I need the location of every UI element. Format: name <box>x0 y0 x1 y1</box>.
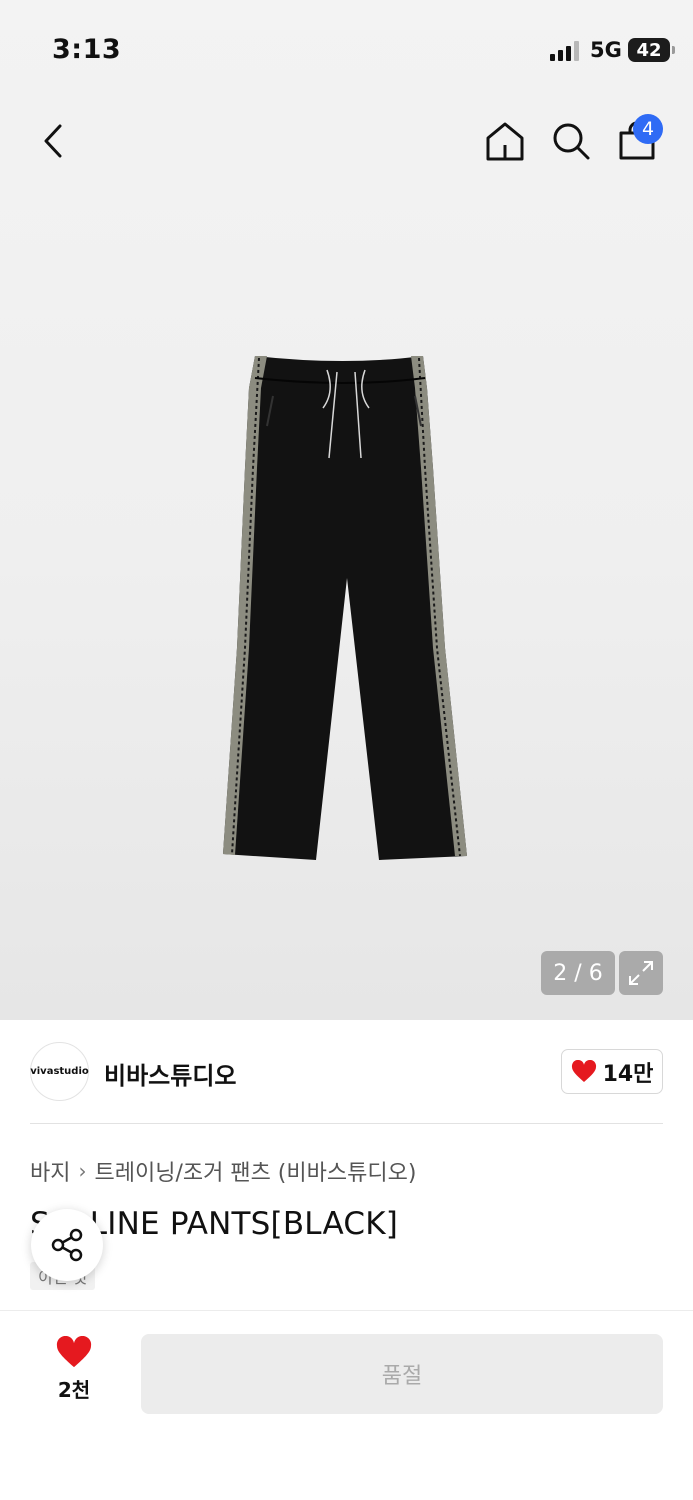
chevron-left-icon <box>44 124 62 158</box>
expand-icon <box>629 961 653 985</box>
brand-logo[interactable]: vivastudio <box>30 1042 89 1101</box>
heart-icon <box>56 1336 92 1368</box>
wishlist-button[interactable]: 2천 <box>30 1336 118 1406</box>
status-bar: 3:13 5G 42 <box>0 0 693 100</box>
cart-count-badge: 4 <box>633 114 663 144</box>
search-button[interactable] <box>546 116 596 166</box>
divider <box>30 1123 663 1124</box>
brand-like-count: 14만 <box>602 1061 654 1087</box>
image-counter: 2 / 6 <box>541 951 615 995</box>
expand-image-button[interactable] <box>619 951 663 995</box>
brand-name[interactable]: 비바스튜디오 <box>104 1056 236 1091</box>
search-icon <box>553 123 590 160</box>
battery-indicator: 42 <box>628 38 675 62</box>
breadcrumb-subcategory[interactable]: 트레이닝/조거 팬츠 (비바스튜디오) <box>94 1155 416 1187</box>
home-button[interactable] <box>480 116 530 166</box>
brand-like-button[interactable]: 14만 <box>561 1049 663 1094</box>
chevron-right-icon: › <box>78 1159 87 1183</box>
heart-icon <box>571 1059 596 1082</box>
status-time: 3:13 <box>52 34 122 65</box>
back-button[interactable] <box>30 118 76 164</box>
share-icon <box>51 1228 83 1262</box>
sold-out-button[interactable]: 품절 <box>141 1334 663 1414</box>
product-image[interactable] <box>215 348 477 868</box>
share-button[interactable] <box>31 1209 103 1281</box>
network-label: 5G <box>590 38 622 62</box>
breadcrumb-category[interactable]: 바지 <box>30 1155 70 1187</box>
signal-icon <box>550 41 579 61</box>
wishlist-count: 2천 <box>57 1378 91 1402</box>
breadcrumb: 바지 › 트레이닝/조거 팬츠 (비바스튜디오) <box>30 1155 416 1187</box>
brand-row[interactable]: vivastudio 비바스튜디오 14만 <box>30 1042 663 1102</box>
home-icon <box>486 122 524 161</box>
